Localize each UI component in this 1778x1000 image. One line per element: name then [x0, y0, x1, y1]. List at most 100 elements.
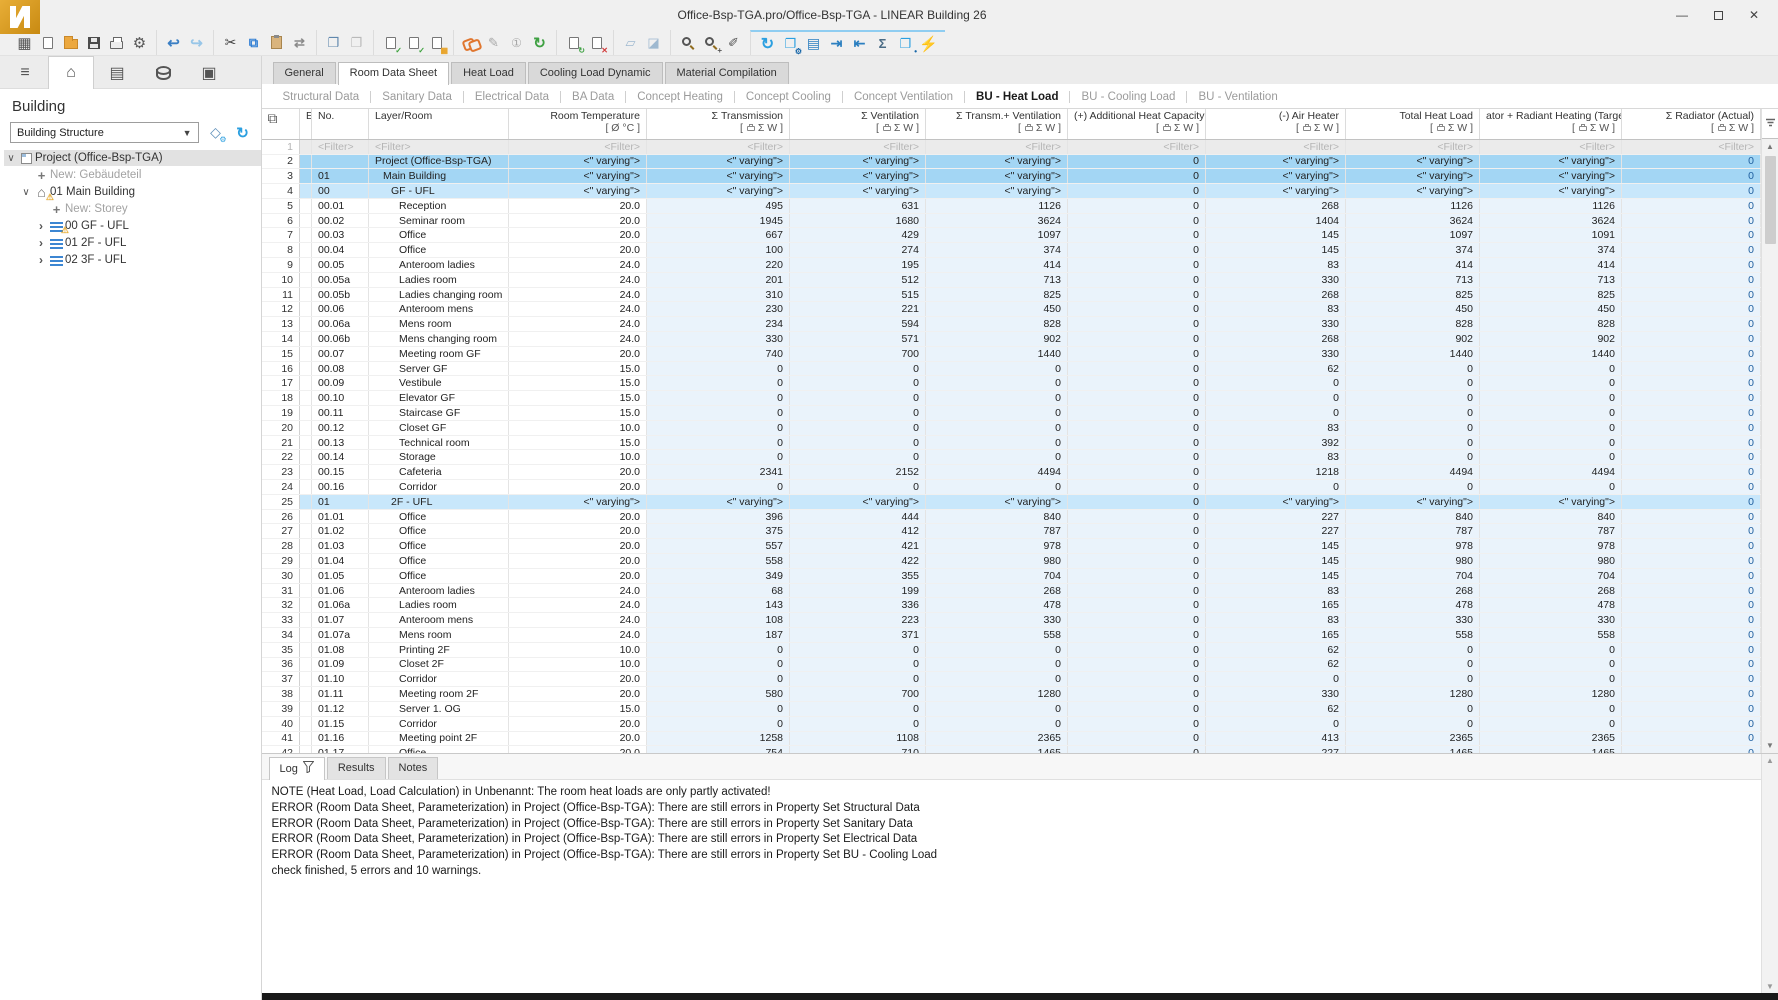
value-cell[interactable]: 787	[926, 524, 1068, 539]
column-header[interactable]: Layer/Room	[369, 109, 509, 139]
value-cell[interactable]: 234	[647, 317, 790, 332]
row-number-cell[interactable]: 7	[262, 228, 300, 243]
value-cell[interactable]: 0	[1622, 731, 1761, 746]
value-cell[interactable]: 20.0	[509, 228, 647, 243]
value-cell[interactable]: 2365	[1480, 731, 1622, 746]
value-cell[interactable]: 0	[1068, 361, 1206, 376]
value-cell[interactable]: 165	[1206, 628, 1346, 643]
filter-cell[interactable]: <Filter>	[1206, 139, 1346, 154]
et-cell[interactable]	[300, 376, 312, 391]
et-cell[interactable]	[300, 450, 312, 465]
value-cell[interactable]: 0	[926, 406, 1068, 421]
value-cell[interactable]: 0	[1622, 554, 1761, 569]
value-cell[interactable]: 15.0	[509, 391, 647, 406]
filter-cell[interactable]	[300, 139, 312, 154]
value-cell[interactable]: 0	[1622, 406, 1761, 421]
et-cell[interactable]	[300, 435, 312, 450]
room-name-cell[interactable]: Anteroom ladies	[369, 583, 509, 598]
value-cell[interactable]: <" varying">	[1480, 494, 1622, 509]
value-cell[interactable]: 0	[1622, 480, 1761, 495]
value-cell[interactable]: 713	[926, 272, 1068, 287]
value-cell[interactable]: 558	[647, 554, 790, 569]
value-cell[interactable]: 1465	[1346, 746, 1480, 753]
value-cell[interactable]: <" varying">	[1346, 154, 1480, 169]
room-number-cell[interactable]: 00.07	[312, 346, 369, 361]
value-cell[interactable]: 0	[1206, 716, 1346, 731]
room-name-cell[interactable]: Office	[369, 539, 509, 554]
value-cell[interactable]: <" varying">	[790, 494, 926, 509]
value-cell[interactable]: 310	[647, 287, 790, 302]
subtab-bu-heat-load[interactable]: BU - Heat Load	[965, 91, 1070, 103]
value-cell[interactable]: 0	[647, 701, 790, 716]
value-cell[interactable]: 20.0	[509, 568, 647, 583]
value-cell[interactable]: 978	[926, 539, 1068, 554]
value-cell[interactable]: 0	[1068, 169, 1206, 184]
value-cell[interactable]: <" varying">	[926, 154, 1068, 169]
filter-icon[interactable]	[303, 761, 314, 776]
swap-icon[interactable]: ⇄	[288, 32, 311, 53]
et-cell[interactable]	[300, 198, 312, 213]
value-cell[interactable]: 0	[1622, 642, 1761, 657]
value-cell[interactable]: 330	[647, 332, 790, 347]
room-number-cell[interactable]: 00.11	[312, 406, 369, 421]
room-name-cell[interactable]: Office	[369, 509, 509, 524]
value-cell[interactable]: 0	[790, 642, 926, 657]
row-number-cell[interactable]: 17	[262, 376, 300, 391]
value-cell[interactable]: 0	[926, 480, 1068, 495]
value-cell[interactable]: <" varying">	[1346, 184, 1480, 199]
value-cell[interactable]: 594	[790, 317, 926, 332]
value-cell[interactable]: 0	[647, 376, 790, 391]
value-cell[interactable]: 330	[1346, 613, 1480, 628]
et-cell[interactable]	[300, 361, 312, 376]
value-cell[interactable]: 1091	[1480, 228, 1622, 243]
value-cell[interactable]: 0	[790, 391, 926, 406]
value-cell[interactable]: 0	[647, 361, 790, 376]
filter-cell[interactable]: <Filter>	[1480, 139, 1622, 154]
fill-icon[interactable]: ◪	[642, 32, 665, 53]
value-cell[interactable]: 220	[647, 258, 790, 273]
et-cell[interactable]	[300, 480, 312, 495]
value-cell[interactable]: 571	[790, 332, 926, 347]
value-cell[interactable]: 0	[647, 435, 790, 450]
value-cell[interactable]: 0	[1480, 657, 1622, 672]
room-name-cell[interactable]: Ladies room	[369, 272, 509, 287]
subtab-bu-cooling-load[interactable]: BU - Cooling Load	[1070, 91, 1187, 103]
expander-closed-icon[interactable]: ›	[34, 253, 48, 267]
et-cell[interactable]	[300, 332, 312, 347]
column-header[interactable]: Σ Ventilation[ Σ W ]	[790, 109, 926, 139]
value-cell[interactable]: 0	[1622, 657, 1761, 672]
value-cell[interactable]: 0	[1346, 716, 1480, 731]
value-cell[interactable]: 0	[1068, 228, 1206, 243]
value-cell[interactable]: <" varying">	[790, 169, 926, 184]
value-cell[interactable]: 0	[1622, 243, 1761, 258]
tree-item[interactable]: ›02 3F - UFL	[4, 252, 261, 268]
value-cell[interactable]: 2365	[926, 731, 1068, 746]
value-cell[interactable]: 374	[1480, 243, 1622, 258]
row-number-cell[interactable]: 23	[262, 465, 300, 480]
room-name-cell[interactable]: Printing 2F	[369, 642, 509, 657]
expander-closed-icon[interactable]: ›	[34, 219, 48, 233]
value-cell[interactable]: 825	[926, 287, 1068, 302]
et-cell[interactable]	[300, 213, 312, 228]
value-cell[interactable]: 0	[647, 716, 790, 731]
column-header[interactable]: Σ Transmission[ Σ W ]	[647, 109, 790, 139]
column-header[interactable]: Total Heat Load[ Σ W ]	[1346, 109, 1480, 139]
et-cell[interactable]	[300, 346, 312, 361]
value-cell[interactable]: 20.0	[509, 539, 647, 554]
value-cell[interactable]: 0	[1622, 465, 1761, 480]
value-cell[interactable]: 828	[926, 317, 1068, 332]
value-cell[interactable]: 187	[647, 628, 790, 643]
value-cell[interactable]: 713	[1480, 272, 1622, 287]
et-cell[interactable]	[300, 701, 312, 716]
measure-icon[interactable]: ▱	[619, 32, 642, 53]
room-number-cell[interactable]: 01.10	[312, 672, 369, 687]
sidebar-tab-list[interactable]: ▤	[94, 56, 140, 89]
room-name-cell[interactable]: Elevator GF	[369, 391, 509, 406]
room-name-cell[interactable]: Office	[369, 228, 509, 243]
value-cell[interactable]: 0	[1068, 154, 1206, 169]
value-cell[interactable]: 0	[790, 435, 926, 450]
value-cell[interactable]: 375	[647, 524, 790, 539]
value-cell[interactable]: 0	[1622, 228, 1761, 243]
value-cell[interactable]: 0	[1622, 701, 1761, 716]
row-number-cell[interactable]: 34	[262, 628, 300, 643]
